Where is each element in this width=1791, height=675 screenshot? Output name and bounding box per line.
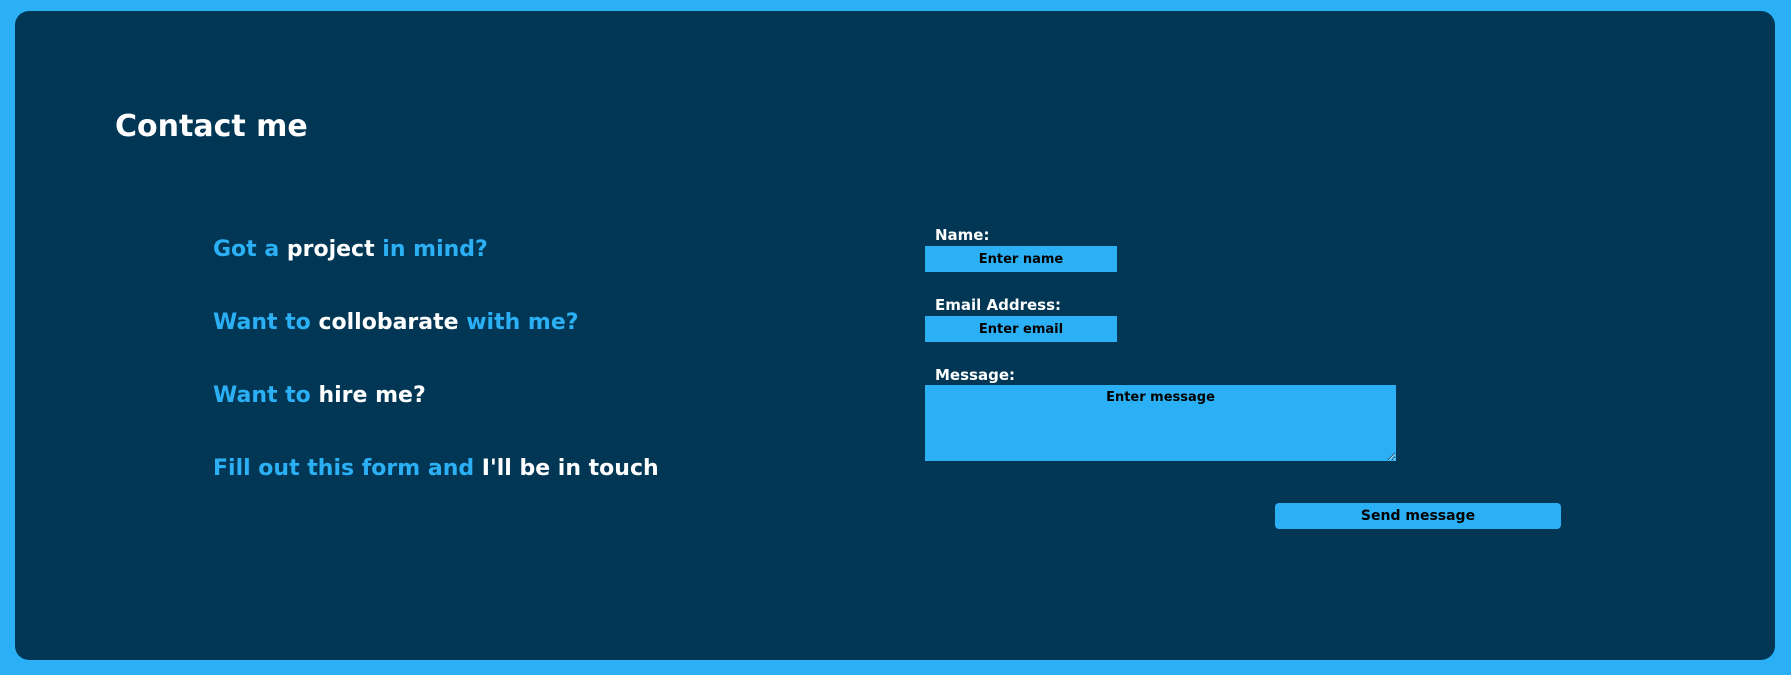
pitch-text: in mind? [382, 237, 488, 262]
pitch-highlight: collobarate [318, 310, 459, 335]
email-label: Email Address: [935, 296, 1062, 314]
send-message-button[interactable]: Send message [1275, 503, 1561, 529]
pitch-highlight: hire me? [318, 383, 426, 408]
pitch-text: Want to [213, 383, 311, 408]
message-label: Message: [935, 366, 1015, 384]
pitch-line-form: Fill out this form and I'll be in touch [213, 456, 659, 482]
pitch-text: Got a [213, 237, 280, 262]
pitch-line-collaborate: Want to collobarate with me? [213, 310, 579, 336]
pitch-text: with me? [466, 310, 579, 335]
pitch-text: Fill out this form and [213, 456, 475, 481]
pitch-line-project: Got a project in mind? [213, 237, 488, 263]
name-input[interactable] [925, 246, 1117, 272]
page-title: Contact me [115, 109, 308, 144]
pitch-highlight: I'll be in touch [481, 456, 659, 481]
pitch-text: Want to [213, 310, 311, 335]
pitch-line-hire: Want to hire me? [213, 383, 426, 409]
email-input[interactable] [925, 316, 1117, 342]
contact-panel: Contact me Got a project in mind? Want t… [15, 11, 1775, 660]
message-textarea[interactable] [925, 385, 1396, 461]
name-label: Name: [935, 226, 990, 244]
pitch-highlight: project [286, 237, 375, 262]
